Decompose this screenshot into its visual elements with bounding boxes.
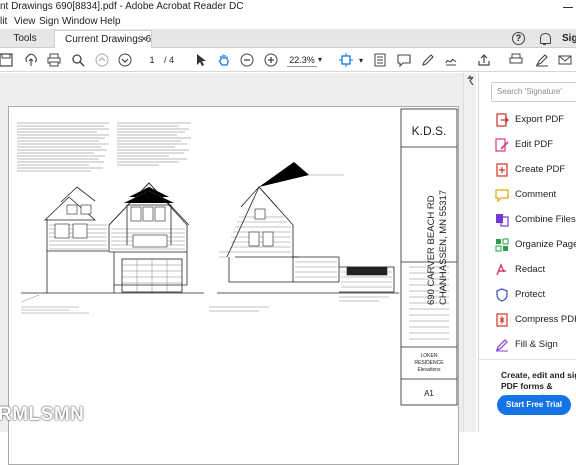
- vertical-scrollbar[interactable]: [463, 73, 476, 432]
- project-residence: RESIDENCE: [414, 360, 444, 366]
- menu-window[interactable]: Window: [62, 14, 98, 29]
- tool-export-pdf[interactable]: Export PDF: [495, 111, 576, 129]
- menu-edit[interactable]: lit: [0, 14, 7, 29]
- sign-in-button[interactable]: Sig: [562, 29, 576, 48]
- chevron-down-icon[interactable]: ▾: [318, 53, 322, 67]
- tool-edit-pdf[interactable]: Edit PDF: [495, 136, 576, 154]
- tools-search-input[interactable]: Search 'Signature': [491, 82, 576, 102]
- zoom-out-icon[interactable]: [239, 52, 255, 68]
- tool-redact[interactable]: Redact: [495, 261, 576, 279]
- start-free-trial-button[interactable]: Start Free Trial: [497, 395, 571, 415]
- menu-help[interactable]: Help: [100, 14, 121, 29]
- bell-icon[interactable]: [538, 32, 551, 45]
- print-icon[interactable]: [508, 52, 524, 68]
- minimize-button[interactable]: [560, 0, 576, 14]
- close-tab-icon[interactable]: ×: [141, 31, 147, 48]
- watermark: RMLSMN: [0, 404, 85, 425]
- menu-bar: lit View Sign Window Help: [0, 14, 576, 29]
- upload-icon[interactable]: [23, 52, 39, 68]
- menu-sign[interactable]: Sign: [39, 14, 59, 29]
- elevation-drawing: K.D.S. 690 CARVER BEACH RD CHANHASSEN, M…: [17, 108, 458, 406]
- page-total: / 4: [164, 55, 175, 65]
- tab-bar: Tools Current Drawings 6... × ? Sig: [0, 29, 576, 48]
- tool-label: Organize Pages: [515, 239, 576, 250]
- combine-files-icon: [496, 214, 509, 227]
- create-pdf-icon: [496, 163, 508, 177]
- toolbar: 1 / 4 22.3% ▾ ▾: [0, 48, 576, 72]
- print-icon[interactable]: [46, 52, 62, 68]
- sign-pen-icon[interactable]: [534, 52, 550, 68]
- project-name: LOKEN: [421, 353, 438, 359]
- tool-fill-sign[interactable]: Fill & Sign: [495, 336, 576, 354]
- tool-protect[interactable]: Protect: [495, 286, 576, 304]
- scroll-mode-icon[interactable]: [372, 52, 388, 68]
- compress-pdf-icon: [496, 313, 508, 327]
- fit-page-icon[interactable]: [338, 52, 354, 68]
- fill-sign-icon: [496, 339, 508, 352]
- highlight-pen-icon[interactable]: [420, 52, 436, 68]
- page-number-input[interactable]: 1: [144, 53, 160, 67]
- sign-icon[interactable]: [443, 52, 459, 68]
- tool-label: Comment: [515, 189, 557, 200]
- tool-label: Edit PDF: [515, 139, 554, 150]
- tool-label: Combine Files: [515, 214, 576, 225]
- tool-label: Create PDF: [515, 164, 566, 175]
- tool-combine-files[interactable]: Combine Files: [495, 211, 576, 229]
- tool-organize-pages[interactable]: Organize Pages: [495, 236, 576, 254]
- tool-label: Fill & Sign: [515, 339, 558, 350]
- zoom-in-icon[interactable]: [263, 52, 279, 68]
- search-icon[interactable]: [70, 52, 86, 68]
- export-pdf-icon: [496, 113, 509, 127]
- next-page-icon[interactable]: [117, 52, 133, 68]
- comment-icon: [495, 189, 509, 202]
- tab-document-label: Current Drawings 6...: [65, 34, 152, 45]
- address-line-1: 690 CARVER BEACH RD: [426, 195, 437, 305]
- protect-icon: [496, 288, 508, 302]
- tool-create-pdf[interactable]: Create PDF: [495, 161, 576, 179]
- project-sheet-title: Elevations: [417, 367, 441, 373]
- tab-tools[interactable]: Tools: [0, 29, 50, 48]
- company-name: K.D.S.: [412, 124, 447, 138]
- prev-page-icon[interactable]: [94, 52, 110, 68]
- tool-comment[interactable]: Comment: [495, 186, 576, 204]
- save-icon[interactable]: [0, 52, 14, 68]
- tools-pane: Search 'Signature' Export PDF Edit PDF C…: [478, 73, 576, 432]
- select-cursor-icon[interactable]: [193, 52, 209, 68]
- tool-label: Export PDF: [515, 114, 565, 125]
- tab-document[interactable]: Current Drawings 6... ×: [54, 30, 152, 48]
- email-icon[interactable]: [557, 52, 573, 68]
- help-icon[interactable]: ?: [512, 32, 525, 45]
- hand-tool-icon[interactable]: [216, 52, 232, 68]
- tool-label: Redact: [515, 264, 546, 275]
- organize-pages-icon: [495, 238, 509, 252]
- share-icon[interactable]: [476, 52, 492, 68]
- chevron-down-icon[interactable]: ▾: [353, 52, 369, 68]
- edit-pdf-icon: [495, 138, 509, 152]
- menu-view[interactable]: View: [14, 14, 36, 29]
- tool-label: Compress PDF: [515, 314, 576, 325]
- title-bar: nt Drawings 690[8834].pdf - Adobe Acroba…: [0, 0, 576, 14]
- zoom-level-input[interactable]: 22.3%: [287, 53, 317, 67]
- comment-icon[interactable]: [396, 52, 412, 68]
- promo-panel: Create, edit and sign PDF forms & agreem…: [479, 359, 576, 432]
- tool-label: Protect: [515, 289, 546, 300]
- address-line-2: CHANHASSEN, MN 55317: [438, 190, 449, 305]
- sheet-number: A1: [424, 389, 434, 398]
- tool-compress-pdf[interactable]: Compress PDF: [495, 311, 576, 329]
- redact-icon: [496, 263, 506, 276]
- window-title: nt Drawings 690[8834].pdf - Adobe Acroba…: [0, 1, 244, 12]
- document-area[interactable]: K.D.S. 690 CARVER BEACH RD CHANHASSEN, M…: [0, 73, 476, 465]
- collapse-pane-icon[interactable]: [468, 73, 476, 89]
